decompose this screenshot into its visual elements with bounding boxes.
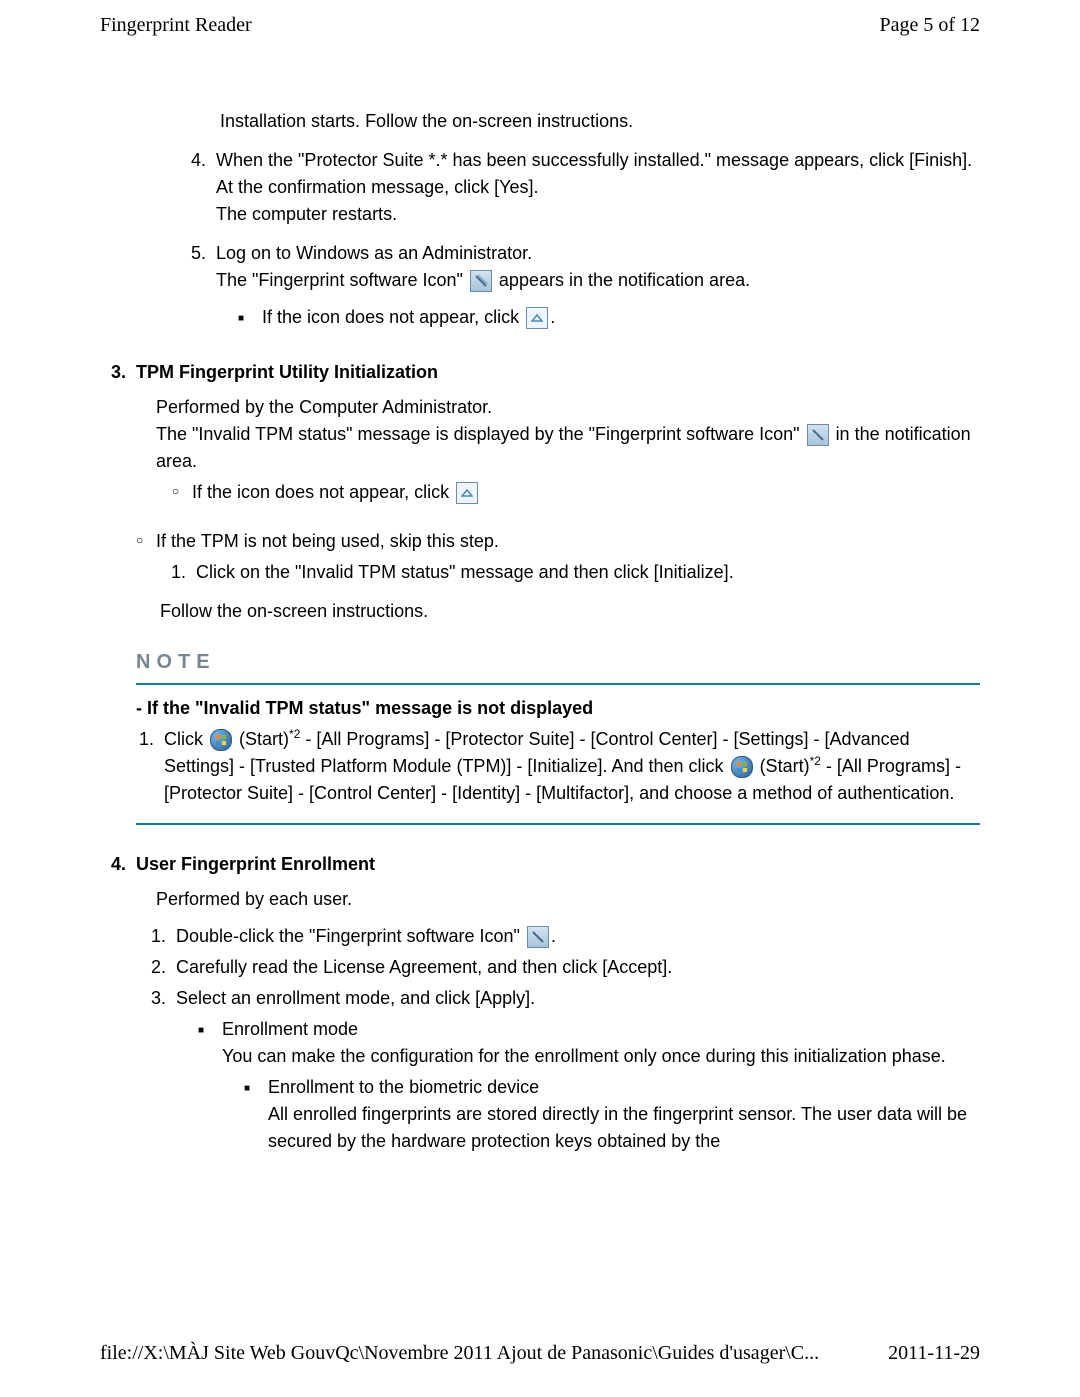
show-hidden-tray-icon: [526, 307, 548, 329]
header-page-number: Page 5 of 12: [879, 10, 980, 40]
enroll-step-3: 3. Select an enrollment mode, and click …: [140, 985, 980, 1159]
enrollment-mode: Enrollment mode You can make the configu…: [198, 1016, 980, 1155]
tpm-step-1: 1. Click on the "Invalid TPM status" mes…: [160, 559, 980, 586]
section-4-title: User Fingerprint Enrollment: [136, 851, 980, 878]
step-continuation: Installation starts. Follow the on-scree…: [180, 108, 980, 335]
page-header: Fingerprint Reader Page 5 of 12: [100, 10, 980, 48]
enroll-step-1: 1. Double-click the "Fingerprint softwar…: [140, 923, 980, 950]
icon-missing-note: If the icon does not appear, click .: [238, 304, 980, 331]
show-hidden-tray-icon: [456, 482, 478, 504]
skip-tpm-note: If the TPM is not being used, skip this …: [136, 528, 980, 555]
install-start-text: Installation starts. Follow the on-scree…: [220, 108, 980, 135]
fingerprint-software-icon: [470, 270, 492, 292]
note-heading: - If the "Invalid TPM status" message is…: [136, 695, 980, 722]
windows-start-icon: [731, 756, 753, 778]
note-label: NOTE: [136, 647, 980, 677]
section-3: 3. TPM Fingerprint Utility Initializatio…: [100, 359, 980, 827]
footer-path: file://X:\MÀJ Site Web GouvQc\Novembre 2…: [100, 1338, 819, 1368]
enrollment-biometric: Enrollment to the biometric device All e…: [244, 1074, 980, 1155]
note-divider: [136, 683, 980, 685]
fingerprint-software-icon: [527, 926, 549, 948]
note-step-1: 1. Click (Start)*2 - [All Programs] - [P…: [136, 726, 980, 807]
icon-missing-note-2: If the icon does not appear, click: [172, 479, 980, 506]
step-4: 4. When the "Protector Suite *.* has bee…: [180, 147, 980, 228]
footer-date: 2011-11-29: [888, 1338, 980, 1368]
enroll-step-2: 2. Carefully read the License Agreement,…: [140, 954, 980, 981]
header-title: Fingerprint Reader: [100, 10, 252, 40]
note-divider-end: [136, 823, 980, 825]
section-4: 4. User Fingerprint Enrollment Performed…: [100, 851, 980, 1159]
page-footer: file://X:\MÀJ Site Web GouvQc\Novembre 2…: [0, 1330, 1080, 1388]
section-3-title: TPM Fingerprint Utility Initialization: [136, 359, 980, 386]
step-5: 5. Log on to Windows as an Administrator…: [180, 240, 980, 335]
windows-start-icon: [210, 729, 232, 751]
fingerprint-software-icon: [807, 424, 829, 446]
